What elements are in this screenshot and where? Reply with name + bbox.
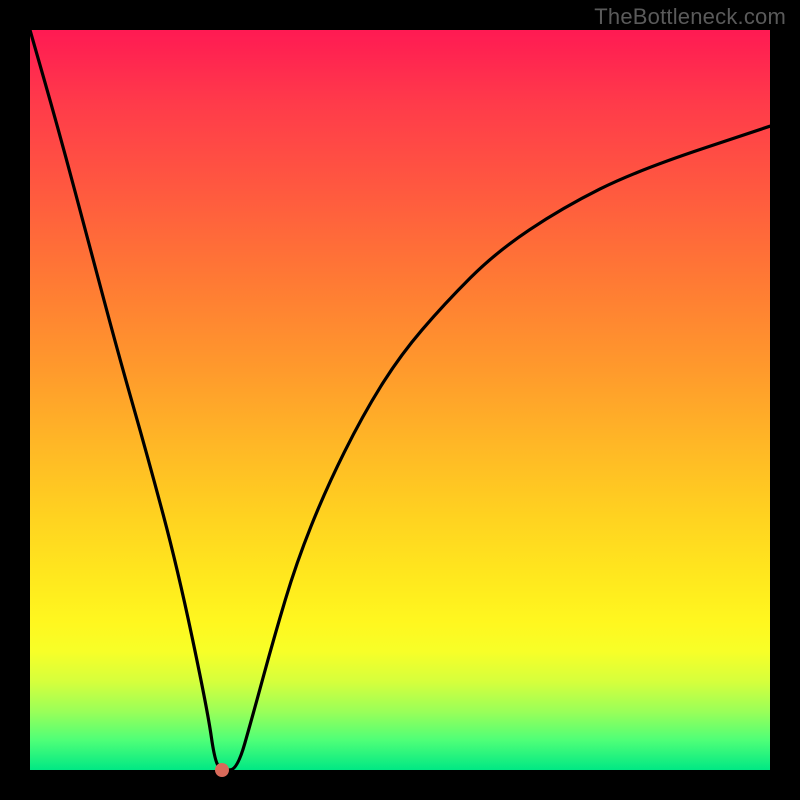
chart-frame: TheBottleneck.com [0,0,800,800]
watermark-text: TheBottleneck.com [594,4,786,30]
plot-area [30,30,770,770]
optimum-marker [215,763,229,777]
bottleneck-curve [30,30,770,770]
